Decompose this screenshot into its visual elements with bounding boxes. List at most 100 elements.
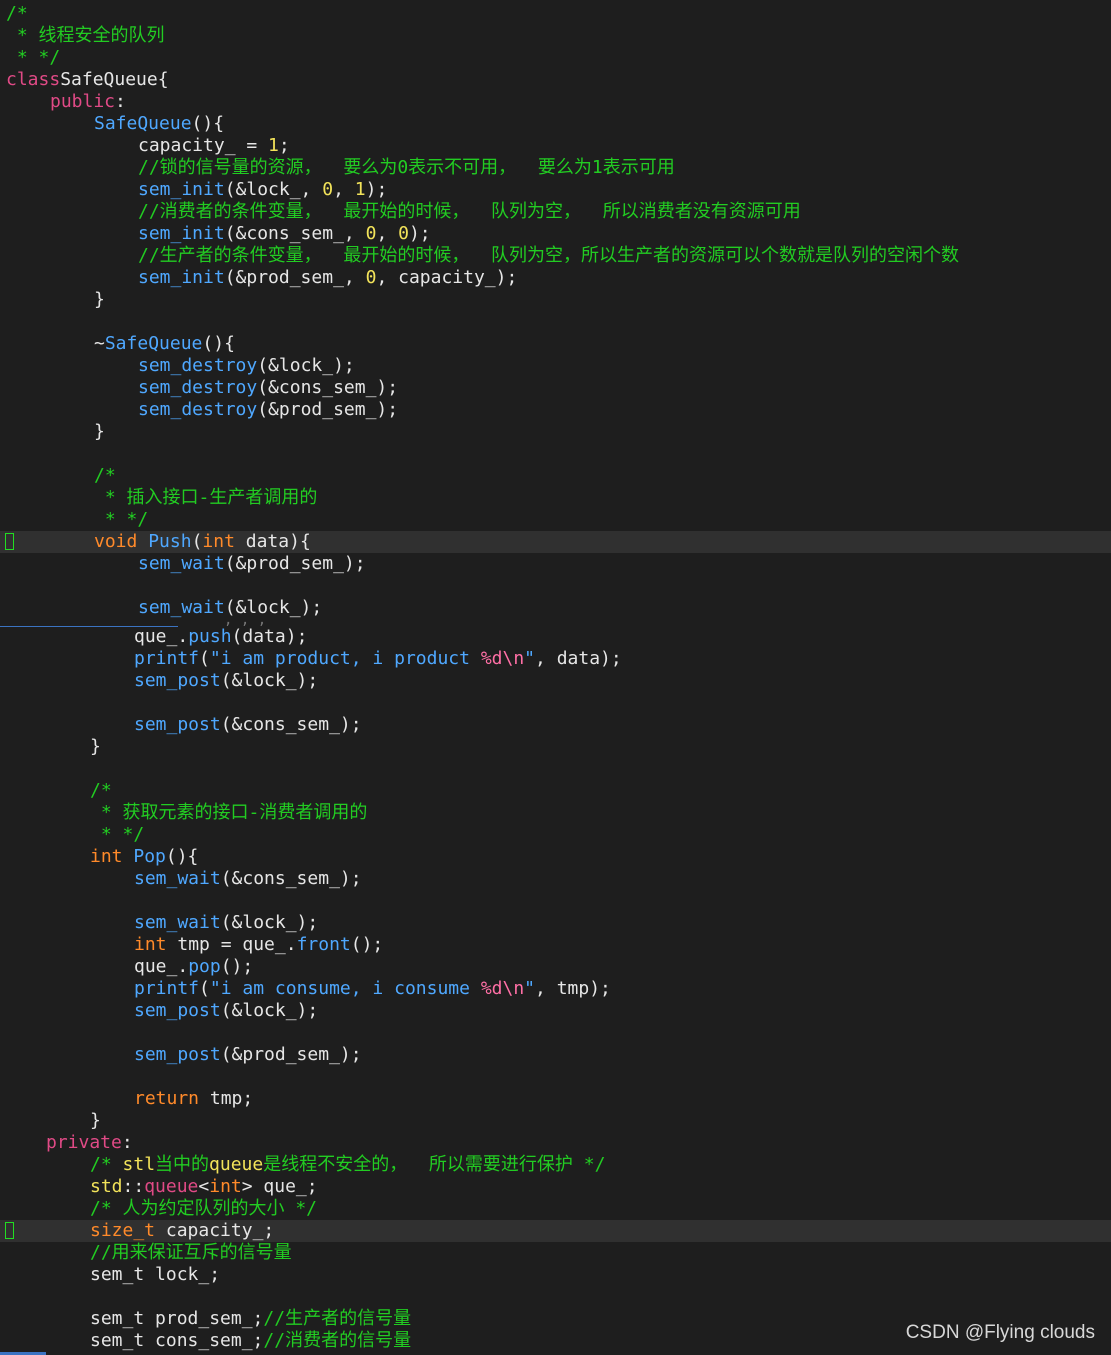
code-text: }	[90, 736, 101, 758]
code-line[interactable]: sem_post(&cons_sem_);	[0, 714, 1111, 736]
code-line[interactable]: sem_wait(&lock_);	[0, 597, 1111, 619]
code-line[interactable]	[0, 692, 1111, 714]
code-text: sem_post(&prod_sem_);	[134, 1044, 362, 1066]
code-token: ();	[220, 956, 254, 977]
code-token: /*	[90, 1154, 123, 1175]
code-line[interactable]	[0, 1066, 1111, 1088]
code-text: /* stl当中的queue是线程不安全的， 所以需要进行保护 */	[90, 1154, 605, 1176]
code-token: size_t	[90, 1220, 156, 1241]
code-text: sem_init(&cons_sem_, 0, 0);	[138, 223, 431, 245]
code-line[interactable]: //消费者的条件变量， 最开始的时候， 队列为空， 所以消费者没有资源可用	[0, 201, 1111, 223]
code-token: * 插入接口-生产者调用的	[94, 487, 318, 508]
code-line[interactable]	[0, 1022, 1111, 1044]
code-line[interactable]: sem_post(&prod_sem_);	[0, 1044, 1111, 1066]
code-text: public:	[50, 91, 126, 113]
code-token: sem_init	[138, 179, 225, 200]
code-token: //消费者的信号量	[263, 1330, 412, 1351]
code-line[interactable]	[0, 443, 1111, 465]
code-line[interactable]: }	[0, 289, 1111, 311]
code-line[interactable]: * 线程安全的队列	[0, 25, 1111, 47]
code-token: (&cons_sem_);	[220, 868, 362, 889]
code-line[interactable]: sem_t lock_;	[0, 1264, 1111, 1286]
code-line[interactable]: /*	[0, 780, 1111, 802]
code-token: data){	[234, 531, 311, 552]
code-line[interactable]: int Pop(){	[0, 846, 1111, 868]
code-token: 1	[268, 135, 279, 156]
code-token: * */	[6, 47, 61, 68]
code-line[interactable]: ~SafeQueue(){	[0, 333, 1111, 355]
code-text: sem_t prod_sem_;//生产者的信号量	[90, 1308, 411, 1330]
code-line[interactable]: printf("i am product, i product %d\n", d…	[0, 648, 1111, 670]
code-line[interactable]: /*	[0, 465, 1111, 487]
code-line[interactable]: /*	[0, 3, 1111, 25]
code-line[interactable]: * 插入接口-生产者调用的	[0, 487, 1111, 509]
code-token: (	[199, 648, 210, 669]
code-line[interactable]: sem_destroy(&lock_);	[0, 355, 1111, 377]
code-line[interactable]: que_.push(data);	[0, 626, 1111, 648]
code-token: tmp;	[199, 1088, 254, 1109]
code-line[interactable]: sem_init(&lock_, 0, 1);	[0, 179, 1111, 201]
code-token: Push	[148, 531, 192, 552]
code-line[interactable]	[0, 1286, 1111, 1308]
code-text: classSafeQueue{	[6, 69, 169, 91]
code-line[interactable]: capacity_ = 1;	[0, 135, 1111, 157]
code-line[interactable]: return tmp;	[0, 1088, 1111, 1110]
code-token: %d\n	[480, 978, 525, 999]
code-token: queue	[209, 1154, 264, 1175]
code-line[interactable]: sem_wait(&cons_sem_);	[0, 868, 1111, 890]
code-line[interactable]: classSafeQueue{	[0, 69, 1111, 91]
code-text: sem_init(&lock_, 0, 1);	[138, 179, 387, 201]
code-line[interactable]: //用来保证互斥的信号量	[0, 1242, 1111, 1264]
code-line[interactable]: private:	[0, 1132, 1111, 1154]
code-text: sem_post(&cons_sem_);	[134, 714, 362, 736]
code-line[interactable]: * */	[0, 47, 1111, 69]
code-line[interactable]: }	[0, 1110, 1111, 1132]
code-token: 当中的	[155, 1154, 210, 1175]
code-line[interactable]: SafeQueue(){	[0, 113, 1111, 135]
code-line[interactable]: * 获取元素的接口-消费者调用的	[0, 802, 1111, 824]
code-text: int Pop(){	[90, 846, 198, 868]
code-line[interactable]: * */	[0, 509, 1111, 531]
code-text: }	[94, 289, 105, 311]
code-line[interactable]: sem_destroy(&prod_sem_);	[0, 399, 1111, 421]
code-editor[interactable]: /* * 线程安全的队列 * */classSafeQueue{public: S…	[0, 0, 1111, 1355]
code-text: sem_destroy(&cons_sem_);	[138, 377, 398, 399]
code-line[interactable]: int tmp = que_.front();	[0, 934, 1111, 956]
code-line[interactable]: printf("i am consume, i consume %d\n", t…	[0, 978, 1111, 1000]
code-line[interactable]: sem_init(&cons_sem_, 0, 0);	[0, 223, 1111, 245]
code-line[interactable]: size_t capacity_;	[0, 1220, 1111, 1242]
code-line[interactable]: sem_post(&lock_);	[0, 670, 1111, 692]
window-split-indicator	[0, 626, 178, 627]
code-text: * 获取元素的接口-消费者调用的	[90, 802, 368, 824]
code-token: (&lock_);	[220, 670, 319, 691]
code-line[interactable]	[0, 758, 1111, 780]
code-token: ;	[278, 135, 290, 156]
code-line[interactable]: sem_post(&lock_);	[0, 1000, 1111, 1022]
code-line[interactable]	[0, 311, 1111, 333]
code-line[interactable]	[0, 890, 1111, 912]
code-line[interactable]: sem_init(&prod_sem_, 0, capacity_);	[0, 267, 1111, 289]
code-line[interactable]: }	[0, 421, 1111, 443]
code-line[interactable]: //锁的信号量的资源， 要么为0表示不可用， 要么为1表示可用	[0, 157, 1111, 179]
code-line[interactable]: que_.pop();	[0, 956, 1111, 978]
code-line[interactable]: public:	[0, 91, 1111, 113]
code-text: //生产者的条件变量， 最开始的时候， 队列为空，所以生产者的资源可以个数就是队…	[138, 245, 959, 267]
code-line[interactable]: void Push(int data){	[0, 531, 1111, 553]
code-line[interactable]: /* stl当中的queue是线程不安全的， 所以需要进行保护 */	[0, 1154, 1111, 1176]
code-token: , tmp);	[535, 978, 611, 999]
code-text: capacity_ = 1;	[138, 135, 290, 157]
code-line[interactable]: std::queue<int> que_;	[0, 1176, 1111, 1198]
code-line[interactable]	[0, 575, 1111, 597]
code-line[interactable]: }	[0, 736, 1111, 758]
code-token: (	[191, 531, 203, 552]
code-token: 0	[365, 223, 377, 244]
code-line[interactable]: sem_wait(&lock_);	[0, 912, 1111, 934]
code-text: /*	[94, 465, 116, 487]
code-line[interactable]: /* 人为约定队列的大小 */	[0, 1198, 1111, 1220]
code-line[interactable]: //生产者的条件变量， 最开始的时候， 队列为空，所以生产者的资源可以个数就是队…	[0, 245, 1111, 267]
code-line[interactable]: * */	[0, 824, 1111, 846]
code-line[interactable]: sem_wait(&prod_sem_);	[0, 553, 1111, 575]
code-token: }	[90, 1110, 101, 1131]
code-line[interactable]: sem_destroy(&cons_sem_);	[0, 377, 1111, 399]
